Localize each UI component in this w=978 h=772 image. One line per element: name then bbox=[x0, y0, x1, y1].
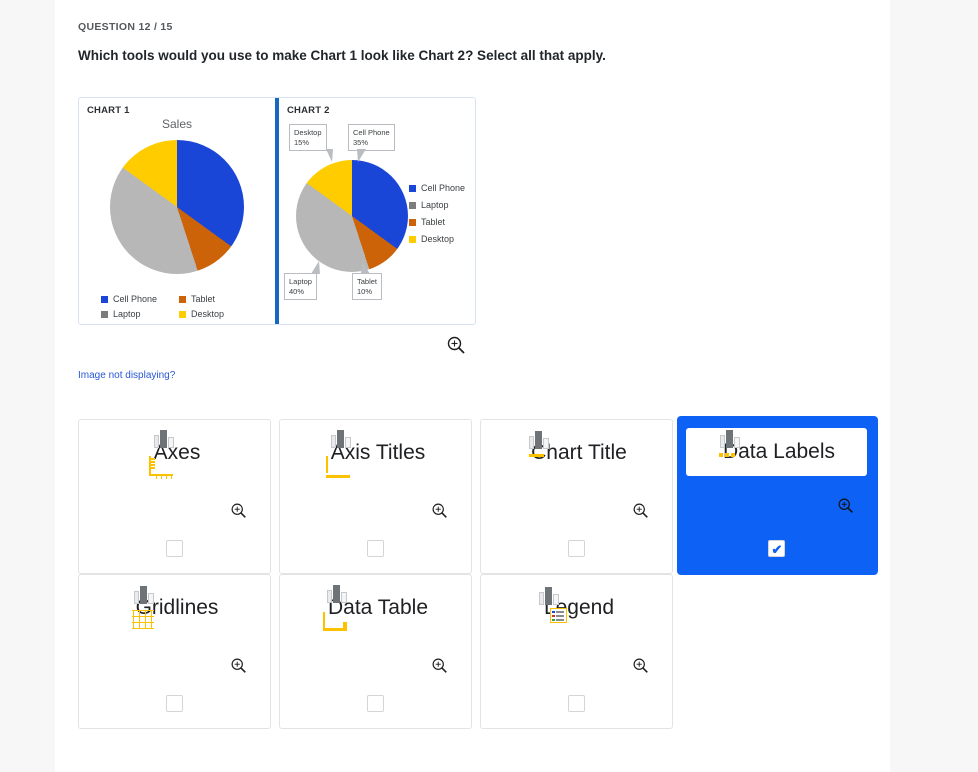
legend-label: Laptop bbox=[421, 200, 449, 210]
data-label-value: 40% bbox=[289, 286, 305, 296]
option-zoom-icon[interactable] bbox=[632, 502, 649, 519]
option-card-axes[interactable]: Axes bbox=[78, 419, 271, 574]
image-zoom-icon[interactable] bbox=[446, 335, 466, 355]
data-label-cell-phone: Cell Phone 35% bbox=[348, 124, 395, 162]
option-card-data-labels[interactable]: Data Labels ✔ bbox=[678, 417, 877, 574]
content-panel: QUESTION 12 / 15 Which tools would you u… bbox=[55, 0, 890, 772]
legend-swatch bbox=[409, 235, 416, 243]
option-checkbox-chart-title[interactable] bbox=[567, 540, 585, 557]
legend-label: Laptop bbox=[113, 309, 141, 319]
chart-1-title: Sales bbox=[161, 117, 193, 131]
chart-1-legend: Cell Phone Tablet Laptop Desktop bbox=[101, 294, 261, 319]
legend-swatch bbox=[409, 218, 416, 226]
chart-1-panel: CHART 1 Sales Cell Phone Tablet Laptop D… bbox=[79, 98, 275, 324]
legend-item: Cell Phone bbox=[409, 181, 465, 195]
data-label-name: Laptop bbox=[289, 277, 312, 286]
check-icon: ✔ bbox=[771, 542, 783, 557]
legend-swatch bbox=[409, 201, 416, 209]
chart-1-tag: CHART 1 bbox=[87, 105, 130, 116]
legend-label: Cell Phone bbox=[421, 183, 466, 193]
data-label-value: 15% bbox=[294, 137, 310, 147]
data-label-name: Cell Phone bbox=[353, 128, 390, 137]
question-counter: QUESTION 12 / 15 bbox=[78, 21, 173, 33]
legend-swatch bbox=[179, 295, 186, 303]
option-checkbox-axis-titles[interactable] bbox=[366, 540, 384, 557]
legend-label: Tablet bbox=[421, 217, 446, 227]
chart-1-pie bbox=[110, 140, 244, 274]
legend-label: Cell Phone bbox=[113, 294, 158, 304]
legend-item: Cell Phone bbox=[101, 294, 179, 304]
option-card-axis-titles[interactable]: Axis Titles bbox=[279, 419, 472, 574]
legend-item: Tablet bbox=[409, 215, 465, 229]
option-card-chart-title[interactable]: Chart Title bbox=[480, 419, 673, 574]
legend-item: Laptop bbox=[409, 198, 465, 212]
option-card-data-table[interactable]: Data Table bbox=[279, 574, 472, 729]
option-card-legend[interactable]: Legend bbox=[480, 574, 673, 729]
data-label-desktop: Desktop 15% bbox=[289, 124, 333, 162]
option-checkbox-gridlines[interactable] bbox=[165, 695, 183, 712]
chart-2-panel: CHART 2 Desktop 15% Cell Phone 35% Lapto… bbox=[279, 98, 475, 324]
option-zoom-icon[interactable] bbox=[230, 502, 247, 519]
legend-item: Laptop bbox=[101, 309, 179, 319]
legend-swatch bbox=[101, 310, 108, 318]
chart-2-tag: CHART 2 bbox=[287, 105, 330, 116]
legend-label: Tablet bbox=[191, 294, 216, 304]
chart-comparison-image[interactable]: CHART 1 Sales Cell Phone Tablet Laptop D… bbox=[78, 97, 476, 325]
option-card-gridlines[interactable]: Gridlines bbox=[78, 574, 271, 729]
option-checkbox-data-table[interactable] bbox=[366, 695, 384, 712]
option-checkbox-legend[interactable] bbox=[567, 695, 585, 712]
legend-swatch bbox=[101, 295, 108, 303]
option-zoom-icon[interactable] bbox=[431, 657, 448, 674]
legend-label: Desktop bbox=[421, 234, 455, 244]
chart-2-pie bbox=[296, 160, 408, 272]
data-label-laptop: Laptop 40% bbox=[284, 261, 320, 300]
page-root: QUESTION 12 / 15 Which tools would you u… bbox=[0, 0, 978, 772]
legend-label: Desktop bbox=[191, 309, 225, 319]
data-label-value: 35% bbox=[353, 137, 369, 147]
option-zoom-icon[interactable] bbox=[837, 497, 854, 514]
data-label-value: 10% bbox=[357, 286, 373, 296]
option-checkbox-data-labels[interactable]: ✔ bbox=[767, 540, 785, 557]
option-zoom-icon[interactable] bbox=[632, 657, 649, 674]
data-label-tablet: Tablet 10% bbox=[352, 261, 383, 300]
legend-item: Desktop bbox=[409, 232, 465, 246]
legend-item: Desktop bbox=[179, 309, 257, 319]
legend-swatch bbox=[179, 310, 186, 318]
data-label-name: Desktop bbox=[294, 128, 322, 137]
image-not-displaying-link[interactable]: Image not displaying? bbox=[78, 370, 175, 381]
option-zoom-icon[interactable] bbox=[230, 657, 247, 674]
option-checkbox-axes[interactable] bbox=[165, 540, 183, 557]
option-zoom-icon[interactable] bbox=[431, 502, 448, 519]
data-label-name: Tablet bbox=[357, 277, 378, 286]
chart-2-legend: Cell Phone Laptop Tablet Desktop bbox=[409, 181, 465, 249]
legend-item: Tablet bbox=[179, 294, 257, 304]
legend-swatch bbox=[409, 184, 416, 192]
question-prompt: Which tools would you use to make Chart … bbox=[78, 48, 606, 63]
